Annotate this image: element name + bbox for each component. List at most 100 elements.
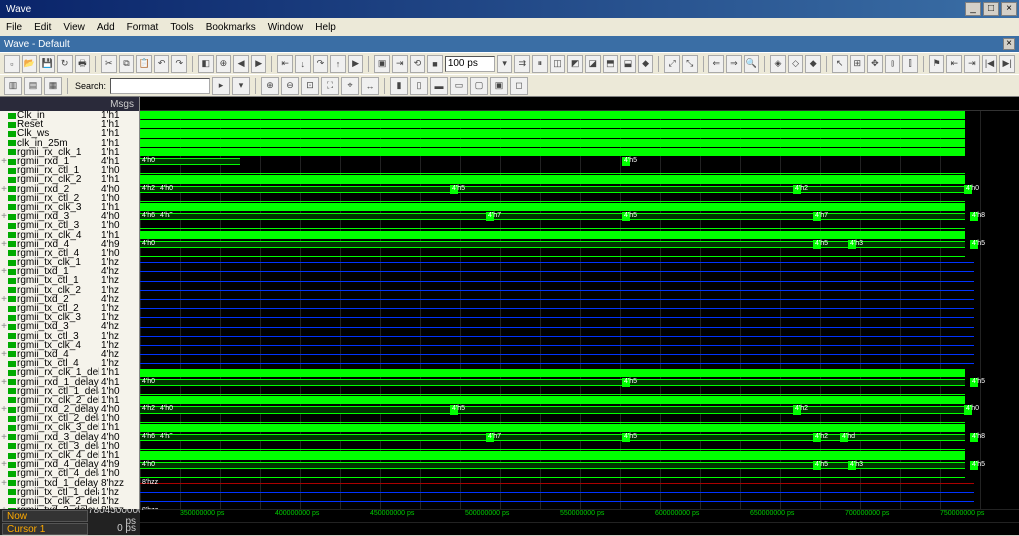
menu-format[interactable]: Format <box>127 22 159 33</box>
wave-row[interactable] <box>140 120 1019 129</box>
next-icon[interactable]: ▶ <box>251 55 267 73</box>
wave-row[interactable] <box>140 249 1019 258</box>
print-icon[interactable]: 🖶 <box>75 55 91 73</box>
zoom-range-icon[interactable]: ↔ <box>361 77 379 95</box>
wave-row[interactable]: 4'h64'h34'h74'h54'h74'h8 <box>140 212 1019 221</box>
mode-a-icon[interactable]: ◈ <box>770 55 786 73</box>
search-opt-icon[interactable]: ▾ <box>232 77 250 95</box>
wave-row[interactable] <box>140 332 1019 341</box>
redo-icon[interactable]: ↷ <box>171 55 187 73</box>
search-go-icon[interactable]: ▸ <box>212 77 230 95</box>
expand-icon[interactable]: + <box>0 184 8 195</box>
layout-c-icon[interactable]: ▦ <box>44 77 62 95</box>
expand-icon[interactable]: + <box>0 294 8 305</box>
wave-row[interactable] <box>140 295 1019 304</box>
toggle-d-icon[interactable]: ▭ <box>450 77 468 95</box>
wave-row[interactable]: 4'h64'h34'h74'h54'h24'hd4'h8 <box>140 433 1019 442</box>
jump-prev-icon[interactable]: ⇤ <box>946 55 962 73</box>
wave-row[interactable] <box>140 129 1019 138</box>
wave-row[interactable] <box>140 442 1019 451</box>
menu-help[interactable]: Help <box>315 22 336 33</box>
wave-window-close-icon[interactable]: × <box>1003 38 1015 50</box>
jump-end-icon[interactable]: ▶| <box>999 55 1015 73</box>
expand-icon[interactable]: + <box>0 478 8 489</box>
pause-icon[interactable]: ⏸ <box>532 55 548 73</box>
wave-row[interactable] <box>140 286 1019 295</box>
edge-icon[interactable]: ⫾ <box>885 55 901 73</box>
toggle-a-icon[interactable]: ▮ <box>390 77 408 95</box>
wave-row[interactable] <box>140 387 1019 396</box>
step-out-icon[interactable]: ↑ <box>330 55 346 73</box>
wave-row[interactable] <box>140 359 1019 368</box>
menu-view[interactable]: View <box>63 22 85 33</box>
wave-row[interactable] <box>140 497 1019 506</box>
restart-icon[interactable]: ⟲ <box>410 55 426 73</box>
expand-icon[interactable]: + <box>0 505 8 509</box>
expand-icon[interactable]: + <box>0 239 8 250</box>
paste-icon[interactable]: 📋 <box>136 55 152 73</box>
wave-row[interactable] <box>140 396 1019 405</box>
tool-a-icon[interactable]: ◫ <box>550 55 566 73</box>
wave-row[interactable] <box>140 231 1019 240</box>
reload-icon[interactable]: ↻ <box>57 55 73 73</box>
step-over-icon[interactable]: ↷ <box>313 55 329 73</box>
menu-add[interactable]: Add <box>97 22 115 33</box>
tool-e-icon[interactable]: ⬓ <box>620 55 636 73</box>
collapse-icon[interactable]: ⤡ <box>682 55 698 73</box>
wave-row[interactable] <box>140 369 1019 378</box>
wave-row[interactable] <box>140 277 1019 286</box>
tool-b-icon[interactable]: ◩ <box>567 55 583 73</box>
wave-row[interactable] <box>140 175 1019 184</box>
wave-row[interactable] <box>140 166 1019 175</box>
signal-panel[interactable]: Msgs Clk_in1'h1Reset1'h1Clk_ws1'h1clk_in… <box>0 97 140 509</box>
tool-c-icon[interactable]: ◪ <box>585 55 601 73</box>
wave-row[interactable]: 4'h04'h54'h34'h5 <box>140 240 1019 249</box>
zoom-fit-icon[interactable]: ⛶ <box>321 77 339 95</box>
layout-a-icon[interactable]: ▥ <box>4 77 22 95</box>
expand-icon[interactable]: ⤢ <box>664 55 680 73</box>
zoom-out-icon[interactable]: ⊖ <box>281 77 299 95</box>
step-back-icon[interactable]: ⇤ <box>277 55 293 73</box>
wave-row[interactable] <box>140 350 1019 359</box>
wave-row[interactable] <box>140 221 1019 230</box>
search-input[interactable] <box>110 78 210 94</box>
layout-b-icon[interactable]: ▤ <box>24 77 42 95</box>
new-icon[interactable]: ▫ <box>4 55 20 73</box>
step-in-icon[interactable]: ↓ <box>295 55 311 73</box>
expand-icon[interactable]: + <box>0 459 8 470</box>
toggle-b-icon[interactable]: ▯ <box>410 77 428 95</box>
edge2-icon[interactable]: ⫿ <box>902 55 918 73</box>
expand-icon[interactable]: + <box>0 266 8 277</box>
wave-row[interactable] <box>140 470 1019 479</box>
wave-row[interactable]: 4'h04'h54'h5 <box>140 378 1019 387</box>
wave-row[interactable] <box>140 488 1019 497</box>
save-icon[interactable]: 💾 <box>39 55 55 73</box>
copy-icon[interactable]: ⧉ <box>119 55 135 73</box>
find-icon[interactable]: 🔍 <box>744 55 760 73</box>
jump-next-icon[interactable]: ⇥ <box>964 55 980 73</box>
run-length-down-icon[interactable]: ▾ <box>497 55 513 73</box>
find-prev-icon[interactable]: ⇐ <box>708 55 724 73</box>
wave-row[interactable] <box>140 341 1019 350</box>
zoom-cursor-icon[interactable]: ⌖ <box>341 77 359 95</box>
wave-row[interactable] <box>140 323 1019 332</box>
wave-row[interactable] <box>140 258 1019 267</box>
wave-row[interactable] <box>140 313 1019 322</box>
footer-timescale[interactable]: 350000000 ps400000000 ps450000000 ps5000… <box>140 510 1019 522</box>
jump-start-icon[interactable]: |◀ <box>982 55 998 73</box>
wave-row[interactable] <box>140 139 1019 148</box>
menu-file[interactable]: File <box>6 22 22 33</box>
wave-row[interactable]: 4'h04'h5 <box>140 157 1019 166</box>
continue-icon[interactable]: ⇥ <box>392 55 408 73</box>
open-icon[interactable]: 📂 <box>22 55 38 73</box>
mode-c-icon[interactable]: ◆ <box>805 55 821 73</box>
wave-row[interactable] <box>140 424 1019 433</box>
select-icon[interactable]: ↖ <box>832 55 848 73</box>
signal-row[interactable]: +rgmii_txd_2_delay8'hzz <box>0 506 139 509</box>
tool-f-icon[interactable]: ◆ <box>638 55 654 73</box>
wave-row[interactable] <box>140 194 1019 203</box>
wave-panel[interactable]: 4'h04'h5 4'h24'h04'h54'h24'h0 4'h64'h34'h7… <box>140 97 1019 509</box>
wave-row[interactable] <box>140 203 1019 212</box>
wave-row[interactable]: 4'h24'h04'h54'h24'h0 <box>140 185 1019 194</box>
zoom-icon[interactable]: ⊞ <box>850 55 866 73</box>
